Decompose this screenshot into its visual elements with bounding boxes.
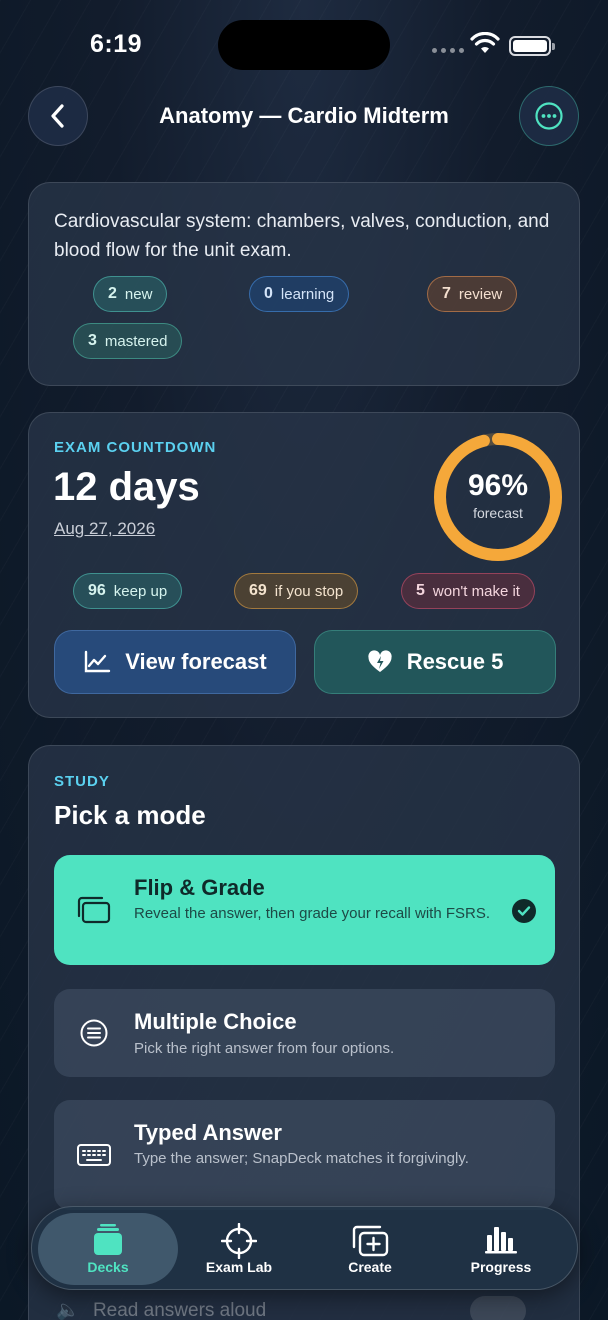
page-title: Anatomy — Cardio Midterm bbox=[159, 103, 449, 128]
exam-countdown-card: EXAM COUNTDOWN 12 days Aug 27, 2026 96% … bbox=[28, 412, 580, 718]
bar-chart-icon bbox=[485, 1227, 517, 1254]
mode-description: Type the answer; SnapDeck matches it for… bbox=[134, 1150, 469, 1167]
keyboard-icon bbox=[76, 1137, 112, 1173]
mode-description: Reveal the answer, then grade your recal… bbox=[134, 905, 491, 922]
study-kicker: STUDY bbox=[54, 773, 110, 790]
more-options-button[interactable] bbox=[519, 86, 579, 146]
forecast-label: forecast bbox=[473, 505, 523, 521]
list-icon bbox=[76, 1015, 112, 1051]
read-aloud-label: Read answers aloud bbox=[92, 1300, 267, 1320]
status-bar: 6:19 bbox=[0, 0, 608, 90]
tab-progress[interactable]: Progress bbox=[431, 1213, 571, 1285]
mode-multiple-choice[interactable]: Multiple Choice Pick the right answer fr… bbox=[54, 989, 555, 1077]
exam-countdown-kicker: EXAM COUNTDOWN bbox=[54, 439, 217, 456]
tab-bar: Decks Exam Lab Create Progress bbox=[31, 1206, 578, 1290]
rescue-button[interactable]: Rescue 5 bbox=[314, 630, 556, 694]
create-icon bbox=[352, 1225, 389, 1257]
deck-description: Cardiovascular system: chambers, valves,… bbox=[54, 211, 550, 261]
speaker-icon: 🔈 bbox=[56, 1300, 80, 1320]
wifi-icon bbox=[470, 32, 500, 53]
wont-make-it-badge: 5 won't make it bbox=[401, 573, 535, 609]
learning-count-badge: 0 learning bbox=[249, 276, 350, 312]
line-chart-icon bbox=[85, 650, 111, 673]
mode-title: Typed Answer bbox=[134, 1120, 282, 1145]
ellipsis-circle-icon bbox=[535, 102, 563, 130]
tab-label: Progress bbox=[470, 1259, 532, 1275]
review-count-badge: 7 review bbox=[427, 276, 518, 312]
tab-label: Create bbox=[348, 1259, 392, 1275]
days-remaining: 12 days bbox=[53, 465, 200, 509]
exam-date: Aug 27, 2026 bbox=[54, 519, 156, 538]
read-aloud-toggle[interactable] bbox=[470, 1296, 526, 1320]
tab-exam-lab[interactable]: Exam Lab bbox=[169, 1213, 309, 1285]
view-forecast-button[interactable]: View forecast bbox=[54, 630, 296, 694]
tab-label: Decks bbox=[87, 1259, 129, 1275]
mode-flip-grade[interactable]: Flip & Grade Reveal the answer, then gra… bbox=[54, 855, 555, 965]
crosshair-icon bbox=[221, 1223, 257, 1259]
dynamic-island bbox=[218, 20, 390, 70]
rescue-label: Rescue 5 bbox=[406, 649, 504, 674]
read-aloud-row[interactable]: 🔈 Read answers aloud bbox=[56, 1298, 266, 1320]
cards-icon bbox=[76, 892, 112, 928]
mode-title: Flip & Grade bbox=[134, 875, 265, 900]
status-time: 6:19 bbox=[90, 30, 143, 58]
tab-create[interactable]: Create bbox=[300, 1213, 440, 1285]
mastered-count-badge: 3 mastered bbox=[73, 323, 183, 359]
cellular-signal-icon bbox=[432, 48, 464, 53]
keep-up-badge: 96 keep up bbox=[73, 573, 183, 609]
battery-icon bbox=[509, 36, 555, 56]
if-you-stop-badge: 69 if you stop bbox=[234, 573, 359, 609]
deck-summary-card: Cardiovascular system: chambers, valves,… bbox=[28, 182, 580, 386]
forecast-percent: 96% bbox=[467, 469, 529, 502]
mode-typed-answer[interactable]: Typed Answer Type the answer; SnapDeck m… bbox=[54, 1100, 555, 1210]
checkmark-icon bbox=[512, 899, 536, 923]
mode-description: Pick the right answer from four options. bbox=[134, 1040, 395, 1057]
view-forecast-label: View forecast bbox=[125, 649, 267, 674]
mode-title: Multiple Choice bbox=[134, 1009, 297, 1034]
tab-decks[interactable]: Decks bbox=[38, 1213, 178, 1285]
new-count-badge: 2 new bbox=[93, 276, 168, 312]
tab-label: Exam Lab bbox=[205, 1259, 273, 1275]
decks-icon bbox=[94, 1224, 122, 1255]
heart-bolt-icon bbox=[368, 650, 392, 672]
study-title: Pick a mode bbox=[54, 800, 206, 830]
